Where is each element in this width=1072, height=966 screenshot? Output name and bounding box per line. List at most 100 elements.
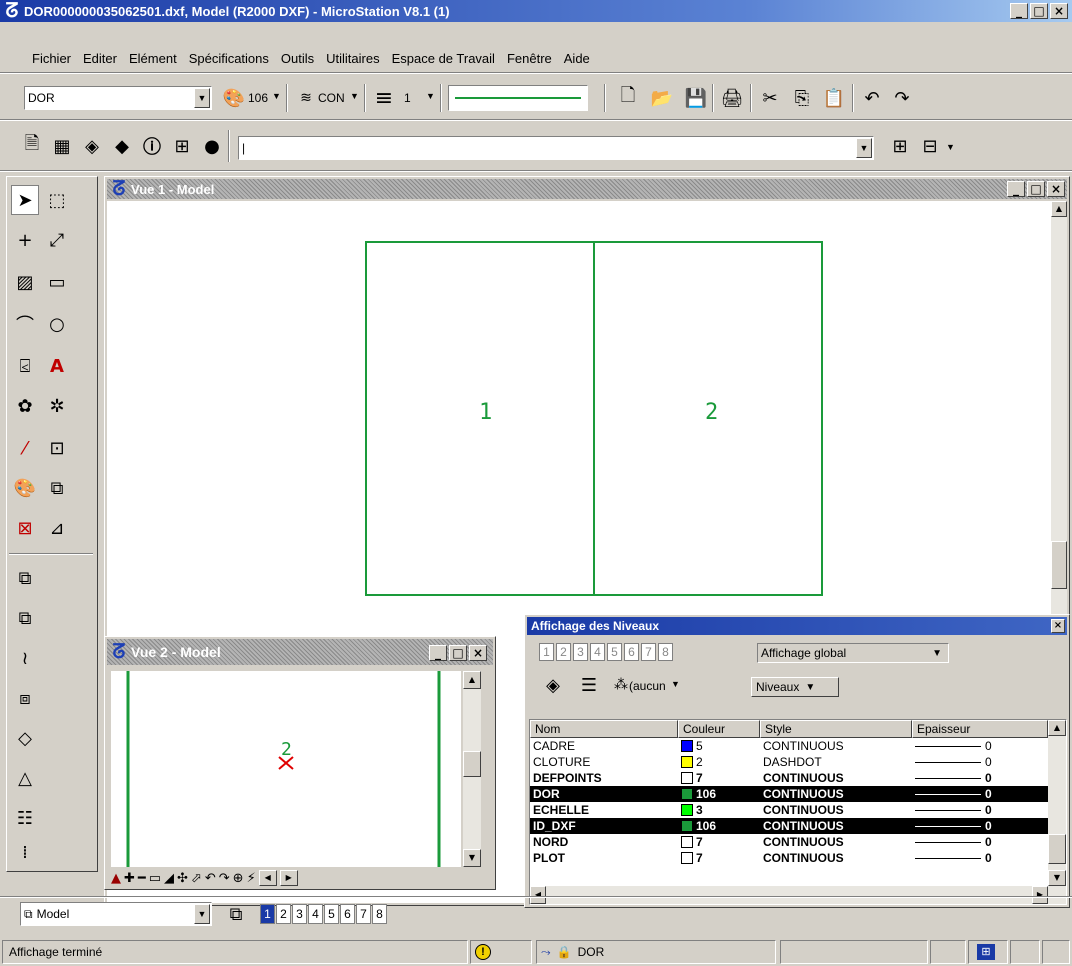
- delete-icon[interactable]: ⊠: [11, 513, 39, 543]
- keyin-field[interactable]: | ▼: [238, 136, 874, 160]
- level-color[interactable]: 2: [678, 754, 760, 770]
- level-row[interactable]: NORD 7 CONTINUOUS 0: [530, 834, 1048, 850]
- levels-vscrollbar[interactable]: ▲ ▼: [1048, 720, 1066, 886]
- line-style-dropdown-icon[interactable]: ▼: [350, 91, 359, 101]
- dots-grid-icon[interactable]: ⁞: [11, 837, 39, 867]
- menu-outils[interactable]: Outils: [275, 51, 320, 66]
- column-header-nom[interactable]: Nom: [530, 720, 678, 738]
- level-row[interactable]: ID_DXF 106 CONTINUOUS 0: [530, 818, 1048, 834]
- model-combo[interactable]: ⧉ Model ▼: [20, 902, 212, 926]
- level-weight[interactable]: 0: [912, 850, 1048, 866]
- circle-icon[interactable]: ○: [43, 309, 71, 339]
- levels-scroll-thumb[interactable]: [1048, 834, 1066, 864]
- view2-scroll-thumb[interactable]: [463, 751, 481, 777]
- column-header-style[interactable]: Style: [760, 720, 912, 738]
- color-dropdown-icon[interactable]: ▼: [272, 91, 281, 101]
- scroll-down-icon[interactable]: ▼: [463, 849, 481, 867]
- view2-vscrollbar[interactable]: ▲ ▼: [463, 671, 481, 867]
- view-number-6[interactable]: 6: [624, 643, 639, 661]
- view-toggle-2[interactable]: 2: [276, 904, 291, 924]
- menu-fichier[interactable]: Fichier: [26, 51, 77, 66]
- main-title-bar[interactable]: ᘔ DOR000000035062501.dxf, Model (R2000 D…: [0, 0, 1072, 22]
- level-color[interactable]: 3: [678, 802, 760, 818]
- niveaux-dropdown[interactable]: Niveaux ▼: [751, 677, 839, 697]
- reference-icon[interactable]: ⊞: [888, 134, 912, 158]
- level-combo[interactable]: DOR ▼: [24, 86, 212, 110]
- cell-icon[interactable]: ▨: [11, 267, 39, 297]
- close-icon[interactable]: ×: [469, 645, 487, 661]
- view-next-icon[interactable]: ↷: [219, 871, 230, 886]
- zoom-window-icon[interactable]: ⊿: [43, 513, 71, 543]
- status-level-cell[interactable]: ⤳ 🔒 DOR: [536, 940, 776, 964]
- undo-icon[interactable]: ↶: [860, 86, 884, 110]
- place-point-icon[interactable]: +: [11, 225, 39, 255]
- view1-title-bar[interactable]: ᘔ Vue 1 - Model: [107, 179, 1067, 199]
- close-icon[interactable]: ×: [1051, 619, 1065, 633]
- scroll-down-icon[interactable]: ▼: [1048, 870, 1066, 886]
- level-row[interactable]: ECHELLE 3 CONTINUOUS 0: [530, 802, 1048, 818]
- chevron-down-icon[interactable]: ▼: [932, 648, 942, 659]
- info-icon[interactable]: ⓘ: [140, 134, 164, 158]
- fence-dropdown-icon[interactable]: ▼: [946, 142, 955, 152]
- level-style[interactable]: CONTINUOUS: [760, 834, 912, 850]
- level-style[interactable]: CONTINUOUS: [760, 786, 912, 802]
- list-tree-icon[interactable]: ☷: [11, 803, 39, 833]
- view1-scroll-thumb[interactable]: [1051, 541, 1067, 589]
- line-style-value[interactable]: CON: [318, 91, 345, 105]
- level-style[interactable]: CONTINUOUS: [760, 818, 912, 834]
- view-number-5[interactable]: 5: [607, 643, 622, 661]
- scroll-up-icon[interactable]: ▲: [1051, 201, 1067, 217]
- update-view-icon[interactable]: ▲: [111, 871, 121, 886]
- level-weight[interactable]: 0: [912, 754, 1048, 770]
- print-icon[interactable]: 🖨: [720, 86, 744, 110]
- fence-tools-icon[interactable]: ⊟: [918, 134, 942, 158]
- hscroll-right-icon[interactable]: ▶: [279, 870, 298, 886]
- scroll-up-icon[interactable]: ▲: [463, 671, 481, 689]
- active-line-preview[interactable]: [448, 85, 588, 111]
- menu-espace-de-travail[interactable]: Espace de Travail: [386, 51, 501, 66]
- menu-aide[interactable]: Aide: [558, 51, 596, 66]
- redo-icon[interactable]: ↷: [890, 86, 914, 110]
- close-icon[interactable]: ×: [1047, 181, 1065, 197]
- level-weight[interactable]: 0: [912, 802, 1048, 818]
- group-icon[interactable]: ⧉: [43, 473, 71, 503]
- modify-icon[interactable]: ⁄: [11, 433, 39, 463]
- file-tool-icon[interactable]: 🗎: [20, 133, 44, 158]
- arc-icon[interactable]: ⌒: [11, 309, 39, 339]
- copy-icon[interactable]: ⎘: [790, 86, 814, 110]
- level-style[interactable]: CONTINUOUS: [760, 738, 912, 754]
- status-design-cell[interactable]: ⊞: [968, 940, 1008, 964]
- level-style[interactable]: CONTINUOUS: [760, 850, 912, 866]
- open-folder-icon[interactable]: 📂: [650, 86, 674, 110]
- rotate-view-icon[interactable]: ✣: [177, 871, 188, 886]
- scroll-up-icon[interactable]: ▲: [1048, 720, 1066, 736]
- view-toggle-1[interactable]: 1: [260, 904, 275, 924]
- level-style[interactable]: CONTINUOUS: [760, 802, 912, 818]
- menu-specifications[interactable]: Spécifications: [183, 51, 275, 66]
- levels-hscrollbar[interactable]: ◀ ▶: [530, 886, 1066, 904]
- level-row[interactable]: DEFPOINTS 7 CONTINUOUS 0: [530, 770, 1048, 786]
- view-number-7[interactable]: 7: [641, 643, 656, 661]
- triangle-icon[interactable]: △: [11, 763, 39, 793]
- level-manager-icon[interactable]: ◈: [539, 673, 567, 697]
- line-weight-icon[interactable]: ≡: [372, 86, 396, 111]
- save-icon[interactable]: 💾: [684, 86, 708, 110]
- chevron-down-icon[interactable]: ▼: [194, 88, 210, 108]
- layers-green-icon[interactable]: ◈: [80, 134, 104, 158]
- hscroll-left-icon[interactable]: ◀: [530, 886, 546, 904]
- models-dialog-icon[interactable]: ⧉: [224, 902, 248, 926]
- status-warning-cell[interactable]: !: [470, 940, 532, 964]
- view-toggle-4[interactable]: 4: [308, 904, 323, 924]
- menu-fenetre[interactable]: Fenêtre: [501, 51, 558, 66]
- menu-editer[interactable]: Editer: [77, 51, 123, 66]
- level-weight[interactable]: 0: [912, 770, 1048, 786]
- view-number-2[interactable]: 2: [556, 643, 571, 661]
- fill-icon[interactable]: ◇: [11, 723, 39, 753]
- drop-icon[interactable]: ⧈: [11, 683, 39, 713]
- cell-place-icon[interactable]: ⧉: [11, 563, 39, 593]
- new-file-icon[interactable]: 🗋: [616, 85, 640, 110]
- dimension-icon[interactable]: ⊡: [43, 433, 71, 463]
- text-icon[interactable]: A: [43, 351, 71, 381]
- view2-canvas[interactable]: 2: [111, 671, 461, 867]
- minimize-icon[interactable]: _: [429, 645, 447, 661]
